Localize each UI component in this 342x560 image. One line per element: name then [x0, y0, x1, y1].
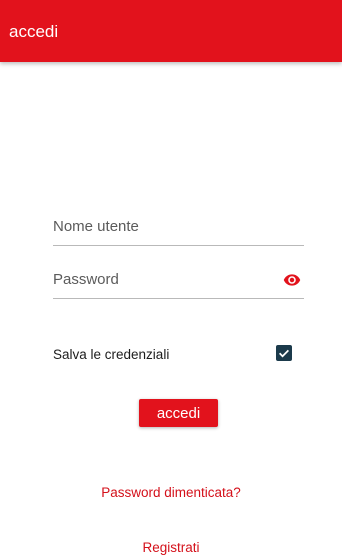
password-field: [53, 260, 304, 299]
username-field: [53, 207, 304, 246]
username-input[interactable]: [53, 215, 273, 237]
eye-icon[interactable]: [283, 271, 301, 289]
checkmark-icon: [279, 349, 289, 358]
register-link[interactable]: Registrati: [0, 540, 342, 555]
login-button[interactable]: accedi: [139, 399, 218, 427]
remember-credentials-checkbox[interactable]: [276, 345, 292, 361]
password-input[interactable]: [53, 268, 273, 290]
app-bar: accedi: [0, 0, 342, 62]
login-screen: accedi Salva le credenziali accedi Passw…: [0, 0, 342, 560]
remember-credentials-label: Salva le credenziali: [53, 347, 170, 362]
forgot-password-link[interactable]: Password dimenticata?: [0, 485, 342, 500]
app-bar-title: accedi: [9, 22, 59, 41]
